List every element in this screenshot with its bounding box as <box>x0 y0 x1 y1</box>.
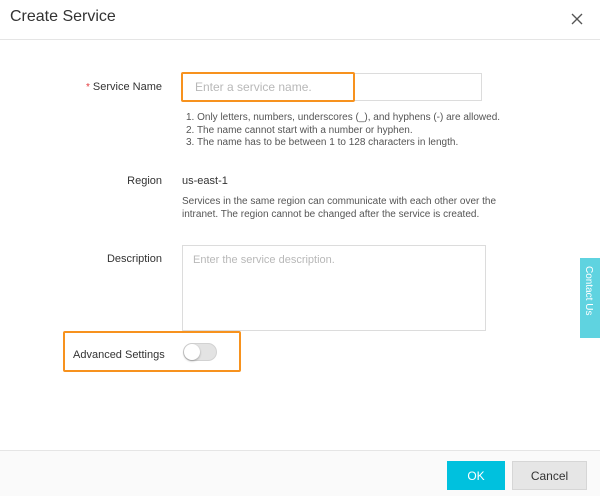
advanced-settings-toggle[interactable] <box>183 343 217 361</box>
description-textarea[interactable] <box>183 246 485 330</box>
service-name-hint-1: 1. Only letters, numbers, underscores (_… <box>186 112 501 123</box>
close-button[interactable] <box>566 8 588 30</box>
dialog-footer <box>0 450 600 496</box>
dialog-header: Create Service <box>0 0 600 40</box>
required-mark: * <box>86 82 90 93</box>
service-name-field <box>182 73 482 101</box>
service-name-label: * Service Name <box>60 81 162 93</box>
contact-us-tab[interactable]: Contact Us <box>580 258 600 338</box>
region-label: Region <box>127 175 162 187</box>
toggle-knob <box>184 344 200 360</box>
region-hint-line-2: intranet. The region cannot be changed a… <box>182 208 480 220</box>
ok-button[interactable]: OK <box>447 461 505 490</box>
dialog-title: Create Service <box>10 8 116 25</box>
description-field <box>182 245 486 331</box>
contact-us-label: Contact Us <box>583 266 594 316</box>
service-name-hint-2: 2. The name cannot start with a number o… <box>186 124 413 136</box>
service-name-input[interactable] <box>183 74 481 100</box>
close-icon <box>571 13 583 25</box>
cancel-button[interactable]: Cancel <box>512 461 587 490</box>
advanced-settings-label: Advanced Settings <box>73 349 165 361</box>
create-service-dialog: Create Service *Service Name 1. Only let… <box>0 0 600 496</box>
description-label: Description <box>106 253 162 265</box>
service-name-label-text: Service Name <box>92 81 162 93</box>
region-value: us-east-1 <box>182 175 228 187</box>
service-name-hint-3: 3. The name has to be between 1 to 128 c… <box>186 137 459 148</box>
region-hint-line-1: Services in the same region can communic… <box>182 196 497 207</box>
